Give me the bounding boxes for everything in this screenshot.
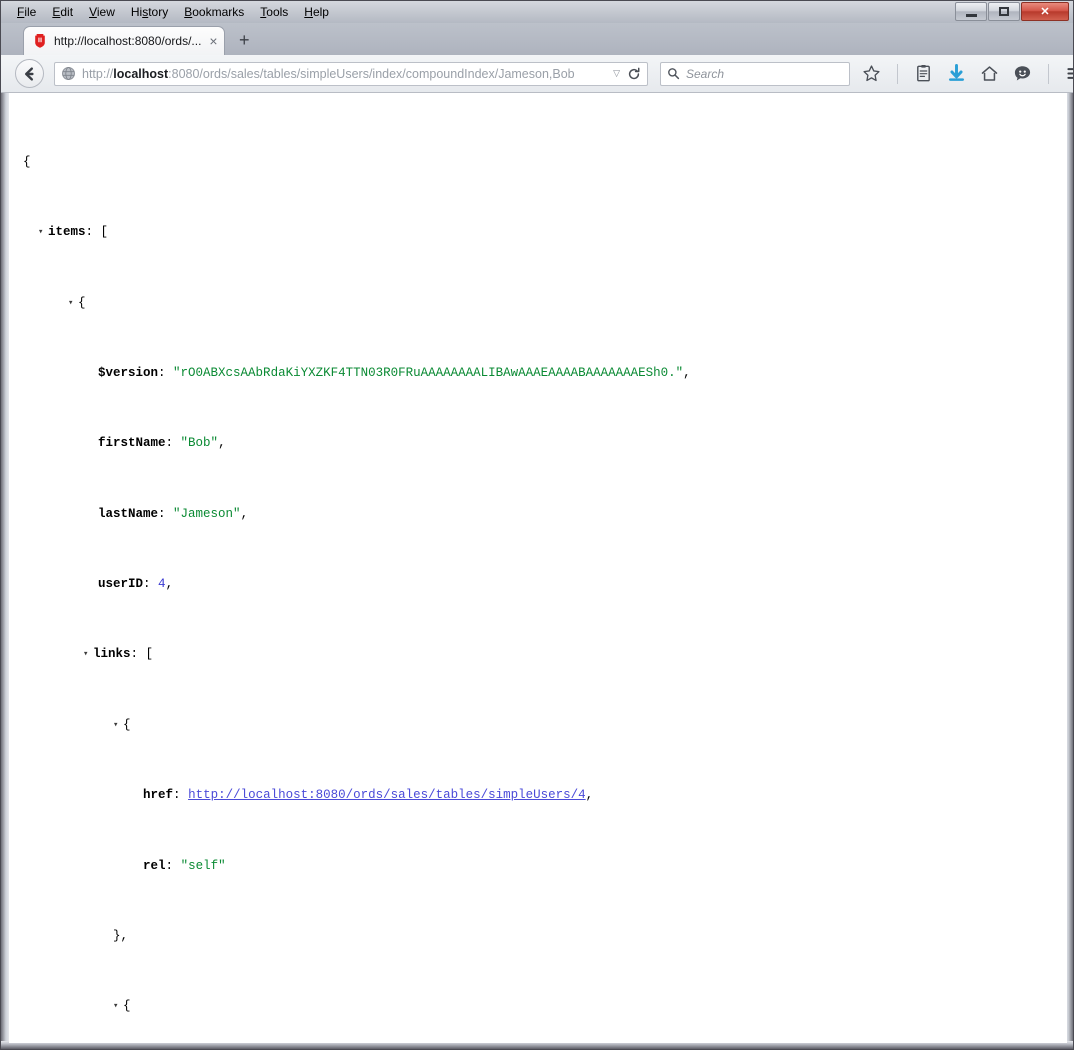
browser-window: File Edit View History Bookmarks Tools H… [0, 0, 1074, 1050]
json-item-link-1-open: ▾{ [23, 998, 1067, 1016]
menu-view[interactable]: View [81, 3, 123, 21]
json-key-item-links: ▾ links: [ [23, 646, 1067, 664]
menu-file[interactable]: File [9, 3, 44, 21]
url-dropdown-icon[interactable]: ▽ [613, 68, 620, 79]
bookmark-star-icon[interactable] [862, 64, 881, 83]
value-lastname: "Jameson" [173, 506, 241, 521]
feedback-smiley-icon[interactable] [1013, 64, 1032, 83]
close-icon: ✕ [1040, 6, 1050, 18]
hamburger-menu-icon[interactable] [1065, 64, 1074, 83]
json-row-lastname: lastName: "Jameson", [98, 506, 249, 521]
twisty-item-links-icon[interactable]: ▾ [83, 646, 93, 664]
menu-history[interactable]: History [123, 3, 176, 21]
value-item-link-0-rel: "self" [180, 858, 226, 873]
toolbar-separator [897, 63, 898, 84]
menu-help[interactable]: Help [296, 3, 337, 21]
tab-strip: http://localhost:8080/ords/... × + [1, 23, 1073, 55]
url-text: http://localhost:8080/ords/sales/tables/… [82, 67, 609, 81]
window-edge-left [1, 1, 9, 1049]
library-icon[interactable] [914, 64, 933, 83]
toolbar-icons [862, 63, 1074, 84]
globe-icon [62, 67, 75, 80]
window-controls: ✕ [955, 2, 1069, 21]
menu-bookmarks[interactable]: Bookmarks [176, 3, 252, 21]
json-viewer: { ▾ items: [ ▾{ $version: "rO0ABXcsAAbRda… [9, 93, 1067, 1043]
label-items: items [48, 225, 86, 240]
json-item-link-0-close: }, [113, 928, 129, 943]
label-item-links: links [93, 647, 131, 662]
menu-edit[interactable]: Edit [44, 3, 81, 21]
url-scheme: http:// [82, 66, 114, 81]
url-bar[interactable]: http://localhost:8080/ords/sales/tables/… [54, 61, 648, 86]
toolbar-separator-2 [1048, 63, 1049, 84]
url-path: :8080/ords/sales/tables/simpleUsers/inde… [168, 66, 575, 81]
value-firstname: "Bob" [180, 436, 219, 451]
value-userid: 4 [158, 577, 166, 592]
label-userid: userID [98, 577, 144, 592]
json-row-version: $version: "rO0ABXcsAAbRdaKiYXZKF4TTN03R0… [98, 365, 691, 380]
value-version: "rO0ABXcsAAbRdaKiYXZKF4TTN03R0FRuAAAAAAA… [173, 365, 684, 380]
twisty-items-icon[interactable]: ▾ [38, 224, 48, 242]
search-bar[interactable]: Search [660, 61, 850, 86]
label-firstname: firstName [98, 436, 166, 451]
json-row-item-link-0-rel: rel: "self" [143, 858, 226, 873]
json-row-item-link-0-href: href: http://localhost:8080/ords/sales/t… [143, 788, 594, 803]
shield-icon [35, 34, 45, 48]
json-row-userid: userID: 4, [98, 577, 174, 592]
new-tab-button[interactable]: + [239, 31, 250, 49]
twisty-item-link-0-icon[interactable]: ▾ [113, 717, 123, 735]
menu-bar: File Edit View History Bookmarks Tools H… [1, 1, 1073, 23]
label-rel: rel [143, 858, 166, 873]
close-button[interactable]: ✕ [1021, 2, 1069, 21]
json-item-link-0-open: ▾{ [23, 717, 1067, 735]
tab-title: http://localhost:8080/ords/... [54, 34, 202, 48]
json-root-open: { [23, 154, 31, 169]
json-row-firstname: firstName: "Bob", [98, 436, 226, 451]
restore-button[interactable] [988, 2, 1020, 21]
navigation-toolbar: http://localhost:8080/ords/sales/tables/… [1, 55, 1074, 93]
label-lastname: lastName [98, 506, 159, 521]
restore-icon [999, 7, 1009, 16]
minimize-icon [965, 13, 977, 17]
search-placeholder: Search [686, 66, 725, 81]
back-arrow-icon [24, 66, 34, 81]
download-arrow-icon[interactable] [947, 64, 966, 83]
link-item-self[interactable]: http://localhost:8080/ords/sales/tables/… [188, 788, 586, 802]
url-host: localhost [113, 66, 169, 81]
tab-active[interactable]: http://localhost:8080/ords/... × [23, 26, 225, 55]
search-icon [668, 68, 680, 80]
tab-close-icon[interactable]: × [209, 34, 217, 48]
twisty-item-link-1-icon[interactable]: ▾ [113, 998, 123, 1016]
home-icon[interactable] [980, 64, 999, 83]
json-item-open: ▾{ [23, 295, 1067, 313]
page-content: { ▾ items: [ ▾{ $version: "rO0ABXcsAAbRda… [9, 93, 1067, 1043]
menu-tools[interactable]: Tools [252, 3, 296, 21]
twisty-item-0-icon[interactable]: ▾ [68, 295, 78, 313]
back-button[interactable] [15, 59, 44, 88]
minimize-button[interactable] [955, 2, 987, 21]
reload-icon[interactable] [627, 67, 641, 81]
label-href: href [143, 788, 174, 803]
json-key-items: ▾ items: [ [23, 224, 1067, 242]
label-version: $version [98, 365, 159, 380]
